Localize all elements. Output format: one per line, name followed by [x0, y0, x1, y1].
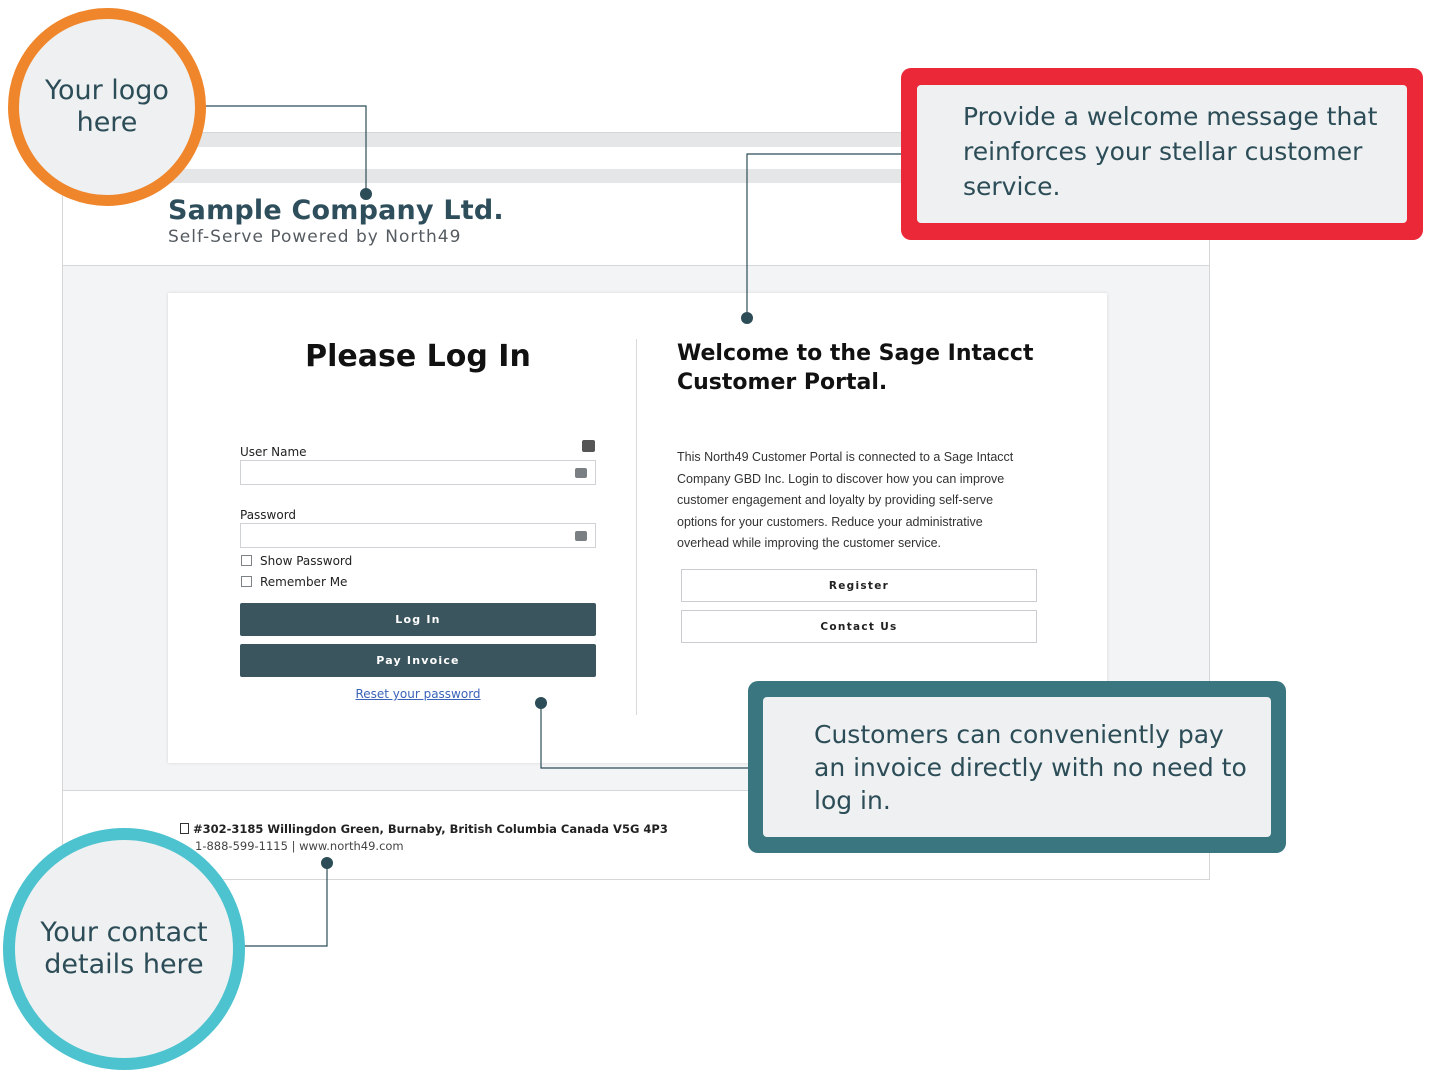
card-divider	[636, 339, 637, 715]
logo-callout-text: Your logo here	[45, 75, 169, 138]
footer-contact: 1-888-599-1115 | www.north49.com	[195, 839, 404, 853]
pay-invoice-callout: Customers can conveniently pay an invoic…	[748, 681, 1286, 853]
show-password-label: Show Password	[260, 554, 353, 568]
contact-callout-text: Your contact details here	[40, 917, 208, 980]
pay-pointer-dot	[535, 697, 547, 709]
pay-invoice-callout-panel: Customers can conveniently pay an invoic…	[763, 697, 1271, 837]
username-label: User Name	[240, 445, 307, 459]
logo-pointer-dot	[360, 188, 372, 200]
company-name: Sample Company Ltd.	[168, 195, 504, 226]
company-tagline: Self-Serve Powered by North49	[168, 227, 462, 247]
register-button[interactable]: Register	[681, 569, 1037, 602]
pay-invoice-button[interactable]: Pay Invoice	[240, 644, 596, 677]
welcome-callout-text: Provide a welcome message that reinforce…	[963, 102, 1378, 201]
logo-callout: Your logo here	[8, 8, 206, 206]
contact-us-button[interactable]: Contact Us	[681, 610, 1037, 643]
remember-me-checkbox[interactable]	[241, 576, 252, 587]
welcome-callout: Provide a welcome message that reinforce…	[901, 68, 1423, 240]
autofill-icon	[575, 531, 587, 541]
keyboard-icon	[582, 440, 595, 452]
footer-address: #302-3185 Willingdon Green, Burnaby, Bri…	[193, 822, 668, 836]
welcome-pointer-dot	[741, 312, 753, 324]
username-input[interactable]	[240, 460, 596, 485]
welcome-body: This North49 Customer Portal is connecte…	[677, 450, 1014, 551]
welcome-title: Welcome to the Sage Intacct Customer Por…	[677, 341, 1034, 395]
password-label: Password	[240, 508, 297, 522]
welcome-callout-panel: Provide a welcome message that reinforce…	[917, 85, 1407, 223]
login-title: Please Log In	[305, 339, 531, 374]
contact-pointer-dot	[321, 857, 333, 869]
contact-callout: Your contact details here	[3, 828, 245, 1070]
remember-me-label: Remember Me	[260, 575, 348, 589]
show-password-checkbox[interactable]	[241, 555, 252, 566]
building-icon	[180, 823, 189, 834]
pay-invoice-callout-text: Customers can conveniently pay an invoic…	[814, 720, 1247, 815]
autofill-icon	[575, 468, 587, 478]
log-in-button[interactable]: Log In	[240, 603, 596, 636]
password-input[interactable]	[240, 523, 596, 548]
